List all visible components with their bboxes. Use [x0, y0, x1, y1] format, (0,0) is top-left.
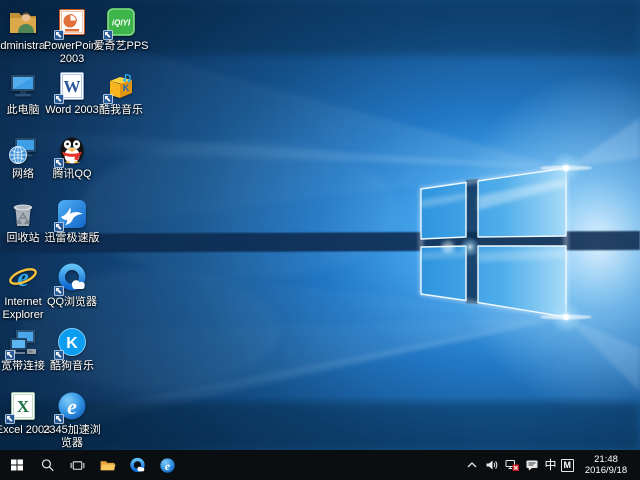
word-icon: W	[56, 70, 88, 102]
task-view-button[interactable]	[62, 450, 92, 480]
chevron-up-icon[interactable]	[464, 457, 480, 473]
clock-date: 2016/9/18	[581, 465, 631, 476]
desktop-icon-iqiyi-pps[interactable]: iQIYI 爱奇艺PPS	[91, 6, 151, 53]
shortcut-arrow-icon	[103, 30, 113, 40]
desktop-icon-qq-browser[interactable]: QQ浏览器	[42, 262, 102, 309]
desktop-icon-xunlei[interactable]: 迅雷极速版	[42, 198, 102, 245]
network-icon	[7, 134, 39, 166]
qq-browser-icon	[129, 457, 146, 474]
clock-time: 21:48	[581, 454, 631, 465]
desktop-icon-grid: Administra...PowerPoint 2003iQIYI爱奇艺PPS此…	[0, 0, 640, 450]
message-icon[interactable]	[524, 457, 540, 473]
taskbar: e 中 M 21:48 2016/9/18	[0, 450, 640, 480]
svg-text:iQIYI: iQIYI	[112, 19, 131, 28]
kuwo-music-icon: K	[105, 70, 137, 102]
desktop-icon-kuwo-music[interactable]: K 酷我音乐	[91, 70, 151, 117]
shortcut-arrow-icon	[5, 350, 15, 360]
svg-text:K: K	[66, 335, 78, 352]
tray-icons	[464, 457, 540, 473]
ime-language-indicator[interactable]: M	[561, 459, 575, 472]
desktop[interactable]: Administra...PowerPoint 2003iQIYI爱奇艺PPS此…	[0, 0, 640, 450]
desktop-icon-label: 迅雷极速版	[42, 232, 102, 245]
qq-browser-icon	[56, 262, 88, 294]
windows-desktop-screen: Administra...PowerPoint 2003iQIYI爱奇艺PPS此…	[0, 0, 640, 480]
system-tray: 中 M 21:48 2016/9/18	[464, 450, 640, 480]
start-button[interactable]	[2, 450, 32, 480]
shortcut-arrow-icon	[54, 94, 64, 104]
iqiyi-icon: iQIYI	[105, 6, 137, 38]
svg-text:e: e	[17, 263, 29, 292]
taskbar-clock[interactable]: 21:48 2016/9/18	[577, 454, 636, 476]
search-icon	[39, 457, 56, 474]
shortcut-arrow-icon	[54, 350, 64, 360]
browser-2345-button[interactable]: e	[152, 450, 182, 480]
desktop-icon-label: 酷我音乐	[91, 104, 151, 117]
shortcut-arrow-icon	[54, 222, 64, 232]
svg-text:e: e	[67, 394, 77, 419]
taskbar-buttons: e	[0, 450, 182, 480]
shortcut-arrow-icon	[54, 286, 64, 296]
desktop-icon-browser-2345[interactable]: e 2345加速浏览器	[42, 390, 102, 449]
shortcut-arrow-icon	[54, 158, 64, 168]
desktop-icon-tencent-qq[interactable]: 腾讯QQ	[42, 134, 102, 181]
desktop-icon-label: 2345加速浏览器	[42, 424, 102, 449]
svg-text:e: e	[164, 459, 169, 472]
xunlei-icon	[56, 198, 88, 230]
recycle-bin-icon	[7, 198, 39, 230]
desktop-icon-kugou-music[interactable]: K 酷狗音乐	[42, 326, 102, 373]
browser-2345-icon: e	[159, 457, 176, 474]
powerpoint-icon	[56, 6, 88, 38]
file-explorer-icon	[99, 457, 116, 474]
kugou-icon: K	[56, 326, 88, 358]
shortcut-arrow-icon	[103, 94, 113, 104]
start-icon	[9, 457, 25, 473]
desktop-icon-label: 腾讯QQ	[42, 168, 102, 181]
ime-mode-indicator[interactable]: 中	[543, 457, 557, 473]
network-disconnected-icon[interactable]	[504, 457, 520, 473]
desktop-icon-label: QQ浏览器	[42, 296, 102, 309]
this-pc-icon	[7, 70, 39, 102]
broadband-icon	[7, 326, 39, 358]
file-explorer-button[interactable]	[92, 450, 122, 480]
shortcut-arrow-icon	[54, 30, 64, 40]
ie-icon: e	[7, 262, 39, 294]
qq-penguin-icon	[56, 134, 88, 166]
shortcut-arrow-icon	[54, 414, 64, 424]
user-folder-icon	[7, 6, 39, 38]
browser-2345-icon: e	[56, 390, 88, 422]
svg-text:X: X	[17, 397, 30, 416]
search-button[interactable]	[32, 450, 62, 480]
excel-icon: X	[7, 390, 39, 422]
qq-browser-button[interactable]	[122, 450, 152, 480]
shortcut-arrow-icon	[5, 414, 15, 424]
svg-text:W: W	[64, 77, 81, 96]
task-view-icon	[69, 457, 86, 474]
desktop-icon-label: 爱奇艺PPS	[91, 40, 151, 53]
svg-text:K: K	[123, 83, 130, 93]
desktop-icon-label: 酷狗音乐	[42, 360, 102, 373]
volume-icon[interactable]	[484, 457, 500, 473]
